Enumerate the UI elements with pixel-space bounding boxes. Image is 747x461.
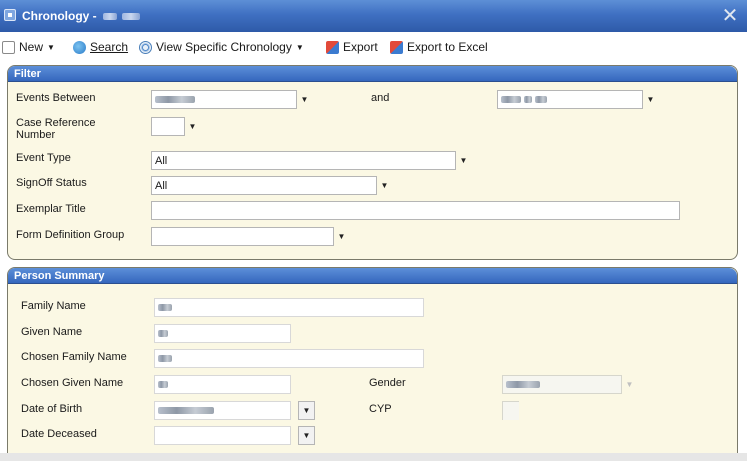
chevron-down-icon[interactable]: ▼ bbox=[184, 117, 201, 136]
cyp-checkbox[interactable] bbox=[502, 401, 519, 420]
view-label: View Specific Chronology bbox=[156, 40, 292, 54]
filter-panel: Filter Events Between ▼ and ▼ Case Refer… bbox=[7, 65, 738, 260]
title-bar: Chronology - ✕ bbox=[0, 0, 747, 32]
redacted-text bbox=[103, 13, 117, 21]
redacted-text bbox=[158, 330, 168, 337]
export-button[interactable]: Export bbox=[326, 39, 378, 55]
document-icon bbox=[2, 40, 15, 54]
redacted-text bbox=[524, 96, 532, 103]
close-icon[interactable]: ✕ bbox=[720, 6, 740, 26]
case-reference-select[interactable] bbox=[151, 117, 185, 136]
redacted-text bbox=[158, 304, 172, 311]
date-of-birth-label: Date of Birth bbox=[21, 403, 83, 415]
redacted-text bbox=[158, 407, 214, 414]
chevron-down-icon[interactable]: ▼ bbox=[333, 227, 350, 246]
redacted-text bbox=[158, 381, 168, 388]
view-icon bbox=[139, 40, 152, 54]
search-icon bbox=[73, 40, 86, 54]
signoff-status-value: All bbox=[155, 179, 168, 192]
family-name-label: Family Name bbox=[21, 300, 86, 312]
cyp-label: CYP bbox=[369, 403, 392, 415]
chevron-down-icon[interactable]: ▼ bbox=[642, 90, 659, 109]
redacted-text bbox=[158, 355, 172, 362]
person-summary-header: Person Summary bbox=[8, 268, 737, 284]
chosen-given-name-field[interactable] bbox=[154, 375, 291, 394]
chevron-down-icon[interactable]: ▼ bbox=[455, 151, 472, 170]
exemplar-title-input[interactable] bbox=[151, 201, 680, 220]
chevron-down-icon: ▼ bbox=[47, 42, 55, 52]
family-name-field[interactable] bbox=[154, 298, 424, 317]
toolbar: New ▼ Search View Specific Chronology ▼ … bbox=[0, 32, 747, 60]
redacted-text bbox=[501, 96, 521, 103]
search-label: Search bbox=[90, 40, 129, 54]
chevron-down-icon[interactable]: ▼ bbox=[298, 401, 315, 420]
gender-select[interactable] bbox=[502, 375, 622, 394]
date-of-birth-field[interactable] bbox=[154, 401, 291, 420]
person-summary-panel: Person Summary Family Name Given Name Ch… bbox=[7, 267, 738, 459]
redacted-text bbox=[506, 381, 540, 388]
chevron-down-icon: ▼ bbox=[625, 380, 634, 389]
chosen-given-name-label: Chosen Given Name bbox=[21, 377, 124, 389]
event-type-value: All bbox=[155, 154, 168, 167]
form-definition-group-select[interactable] bbox=[151, 227, 334, 246]
event-type-label: Event Type bbox=[16, 152, 71, 164]
window-icon bbox=[4, 9, 16, 21]
new-button[interactable]: New ▼ bbox=[2, 39, 55, 55]
given-name-field[interactable] bbox=[154, 324, 291, 343]
events-from-select[interactable] bbox=[151, 90, 297, 109]
chosen-family-name-label: Chosen Family Name bbox=[21, 351, 127, 363]
export-icon bbox=[326, 40, 339, 54]
chevron-down-icon[interactable]: ▼ bbox=[298, 426, 315, 445]
events-to-select[interactable] bbox=[497, 90, 643, 109]
case-reference-label: Case Reference Number bbox=[16, 117, 96, 141]
export-to-excel-button[interactable]: Export to Excel bbox=[390, 39, 488, 55]
signoff-status-label: SignOff Status bbox=[16, 177, 87, 189]
new-label: New bbox=[19, 40, 44, 54]
gender-label: Gender bbox=[369, 377, 406, 389]
export-label: Export bbox=[343, 40, 378, 54]
form-definition-group-label: Form Definition Group bbox=[16, 229, 125, 241]
events-between-label: Events Between bbox=[16, 92, 96, 104]
window-title: Chronology - bbox=[22, 9, 141, 23]
chevron-down-icon[interactable]: ▼ bbox=[296, 90, 313, 109]
chevron-down-icon[interactable]: ▼ bbox=[376, 176, 393, 195]
search-button[interactable]: Search bbox=[73, 39, 128, 55]
date-deceased-label: Date Deceased bbox=[21, 428, 97, 440]
chevron-down-icon: ▼ bbox=[295, 42, 304, 52]
and-label: and bbox=[371, 92, 390, 104]
filter-panel-header: Filter bbox=[8, 66, 737, 82]
date-deceased-field[interactable] bbox=[154, 426, 291, 445]
signoff-status-select[interactable]: All bbox=[151, 176, 377, 195]
export-excel-label: Export to Excel bbox=[407, 40, 488, 54]
redacted-text bbox=[535, 96, 547, 103]
given-name-label: Given Name bbox=[21, 326, 83, 338]
redacted-text bbox=[155, 96, 195, 103]
redacted-text bbox=[122, 13, 141, 21]
export-icon bbox=[390, 40, 403, 54]
exemplar-title-label: Exemplar Title bbox=[16, 203, 86, 215]
view-specific-chronology-button[interactable]: View Specific Chronology ▼ bbox=[139, 39, 304, 55]
event-type-select[interactable]: All bbox=[151, 151, 456, 170]
bottom-scroll-area bbox=[0, 453, 747, 461]
chosen-family-name-field[interactable] bbox=[154, 349, 424, 368]
